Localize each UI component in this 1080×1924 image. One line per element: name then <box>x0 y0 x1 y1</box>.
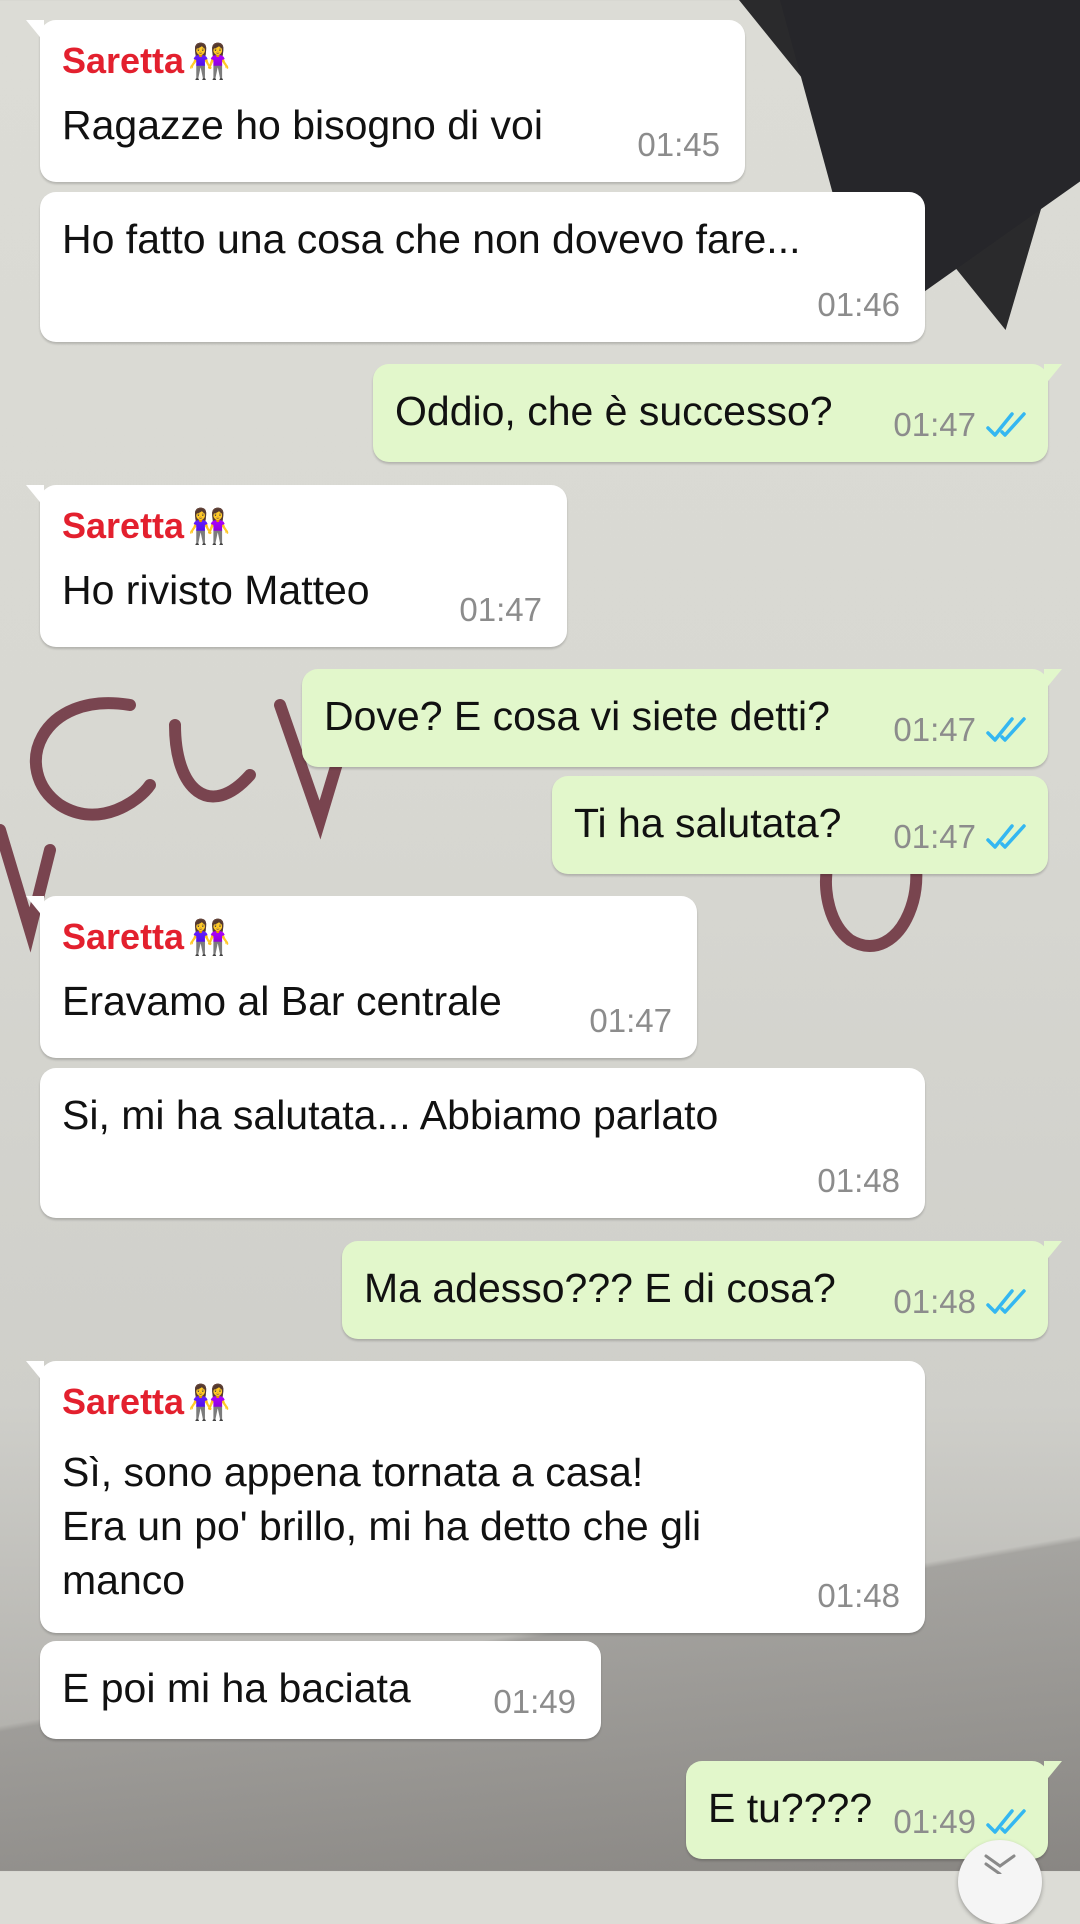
message-time: 01:46 <box>817 286 900 323</box>
message-text: Dove? E cosa vi siete detti? <box>324 693 830 739</box>
message-time: 01:48 <box>817 1577 900 1614</box>
message-time: 01:48 <box>817 1162 900 1199</box>
message-text-line: manco <box>62 1557 186 1603</box>
sender-name[interactable]: Saretta 👭 <box>62 916 230 958</box>
message-text-line: Sì, sono appena tornata a casa! <box>62 1449 644 1495</box>
message-text: Ma adesso??? E di cosa? <box>364 1265 836 1311</box>
message-text: Si, mi ha salutata... Abbiamo parlato <box>62 1092 719 1138</box>
message-bubble-outgoing[interactable]: Oddio, che è successo? 01:47 <box>373 364 1062 462</box>
message-time: 01:47 <box>893 406 976 443</box>
message-time: 01:49 <box>893 1803 976 1840</box>
sender-emoji: 👭 <box>188 43 231 81</box>
double-check-icon <box>986 824 1026 849</box>
message-time: 01:45 <box>637 126 720 163</box>
chat-conversation[interactable]: Saretta 👭 Ragazze ho bisogno di voi 01:45… <box>0 0 1080 1924</box>
scroll-to-bottom-button[interactable] <box>958 1840 1042 1924</box>
double-check-icon <box>986 717 1026 742</box>
message-bubble-incoming[interactable]: Ho fatto una cosa che non dovevo fare...… <box>40 192 925 342</box>
message-bubble-outgoing[interactable]: Ti ha salutata? 01:47 <box>552 776 1048 874</box>
message-time: 01:47 <box>589 1002 672 1039</box>
sender-name[interactable]: Saretta 👭 <box>62 40 230 82</box>
message-time: 01:47 <box>893 711 976 748</box>
sender-emoji: 👭 <box>188 919 231 957</box>
message-bubble-outgoing[interactable]: Dove? E cosa vi siete detti? 01:47 <box>302 669 1062 767</box>
message-text: Ragazze ho bisogno di voi <box>62 102 543 148</box>
message-text: Oddio, che è successo? <box>395 388 833 434</box>
message-time: 01:47 <box>459 591 542 628</box>
message-text: E poi mi ha baciata <box>62 1665 411 1711</box>
message-bubble-outgoing[interactable]: Ma adesso??? E di cosa? 01:48 <box>342 1241 1062 1339</box>
message-bubble-incoming[interactable]: Saretta 👭 Ragazze ho bisogno di voi 01:45 <box>26 20 745 182</box>
message-text: Eravamo al Bar centrale <box>62 978 502 1024</box>
message-bubble-incoming[interactable]: Saretta 👭 Eravamo al Bar centrale 01:47 <box>26 896 697 1058</box>
message-text: Ho rivisto Matteo <box>62 567 370 613</box>
message-time: 01:47 <box>893 818 976 855</box>
double-check-icon <box>986 412 1026 437</box>
sender-name[interactable]: Saretta 👭 <box>62 505 230 547</box>
message-text: Ti ha salutata? <box>574 800 842 846</box>
message-text-line: Era un po' brillo, mi ha detto che gli <box>62 1503 702 1549</box>
message-text: E tu???? <box>708 1785 873 1831</box>
message-time: 01:49 <box>493 1683 576 1720</box>
message-text: Ho fatto una cosa che non dovevo fare... <box>62 216 801 262</box>
message-bubble-incoming[interactable]: Si, mi ha salutata... Abbiamo parlato 01… <box>40 1068 925 1218</box>
message-time: 01:48 <box>893 1283 976 1320</box>
sender-emoji: 👭 <box>188 1384 231 1422</box>
double-check-icon <box>986 1809 1026 1834</box>
message-bubble-incoming[interactable]: Saretta 👭 Sì, sono appena tornata a casa!… <box>26 1361 925 1633</box>
double-check-icon <box>986 1289 1026 1314</box>
message-bubble-incoming[interactable]: E poi mi ha baciata 01:49 <box>40 1641 601 1739</box>
sender-name[interactable]: Saretta 👭 <box>62 1381 230 1423</box>
message-bubble-incoming[interactable]: Saretta 👭 Ho rivisto Matteo 01:47 <box>26 485 567 647</box>
sender-emoji: 👭 <box>188 508 231 546</box>
